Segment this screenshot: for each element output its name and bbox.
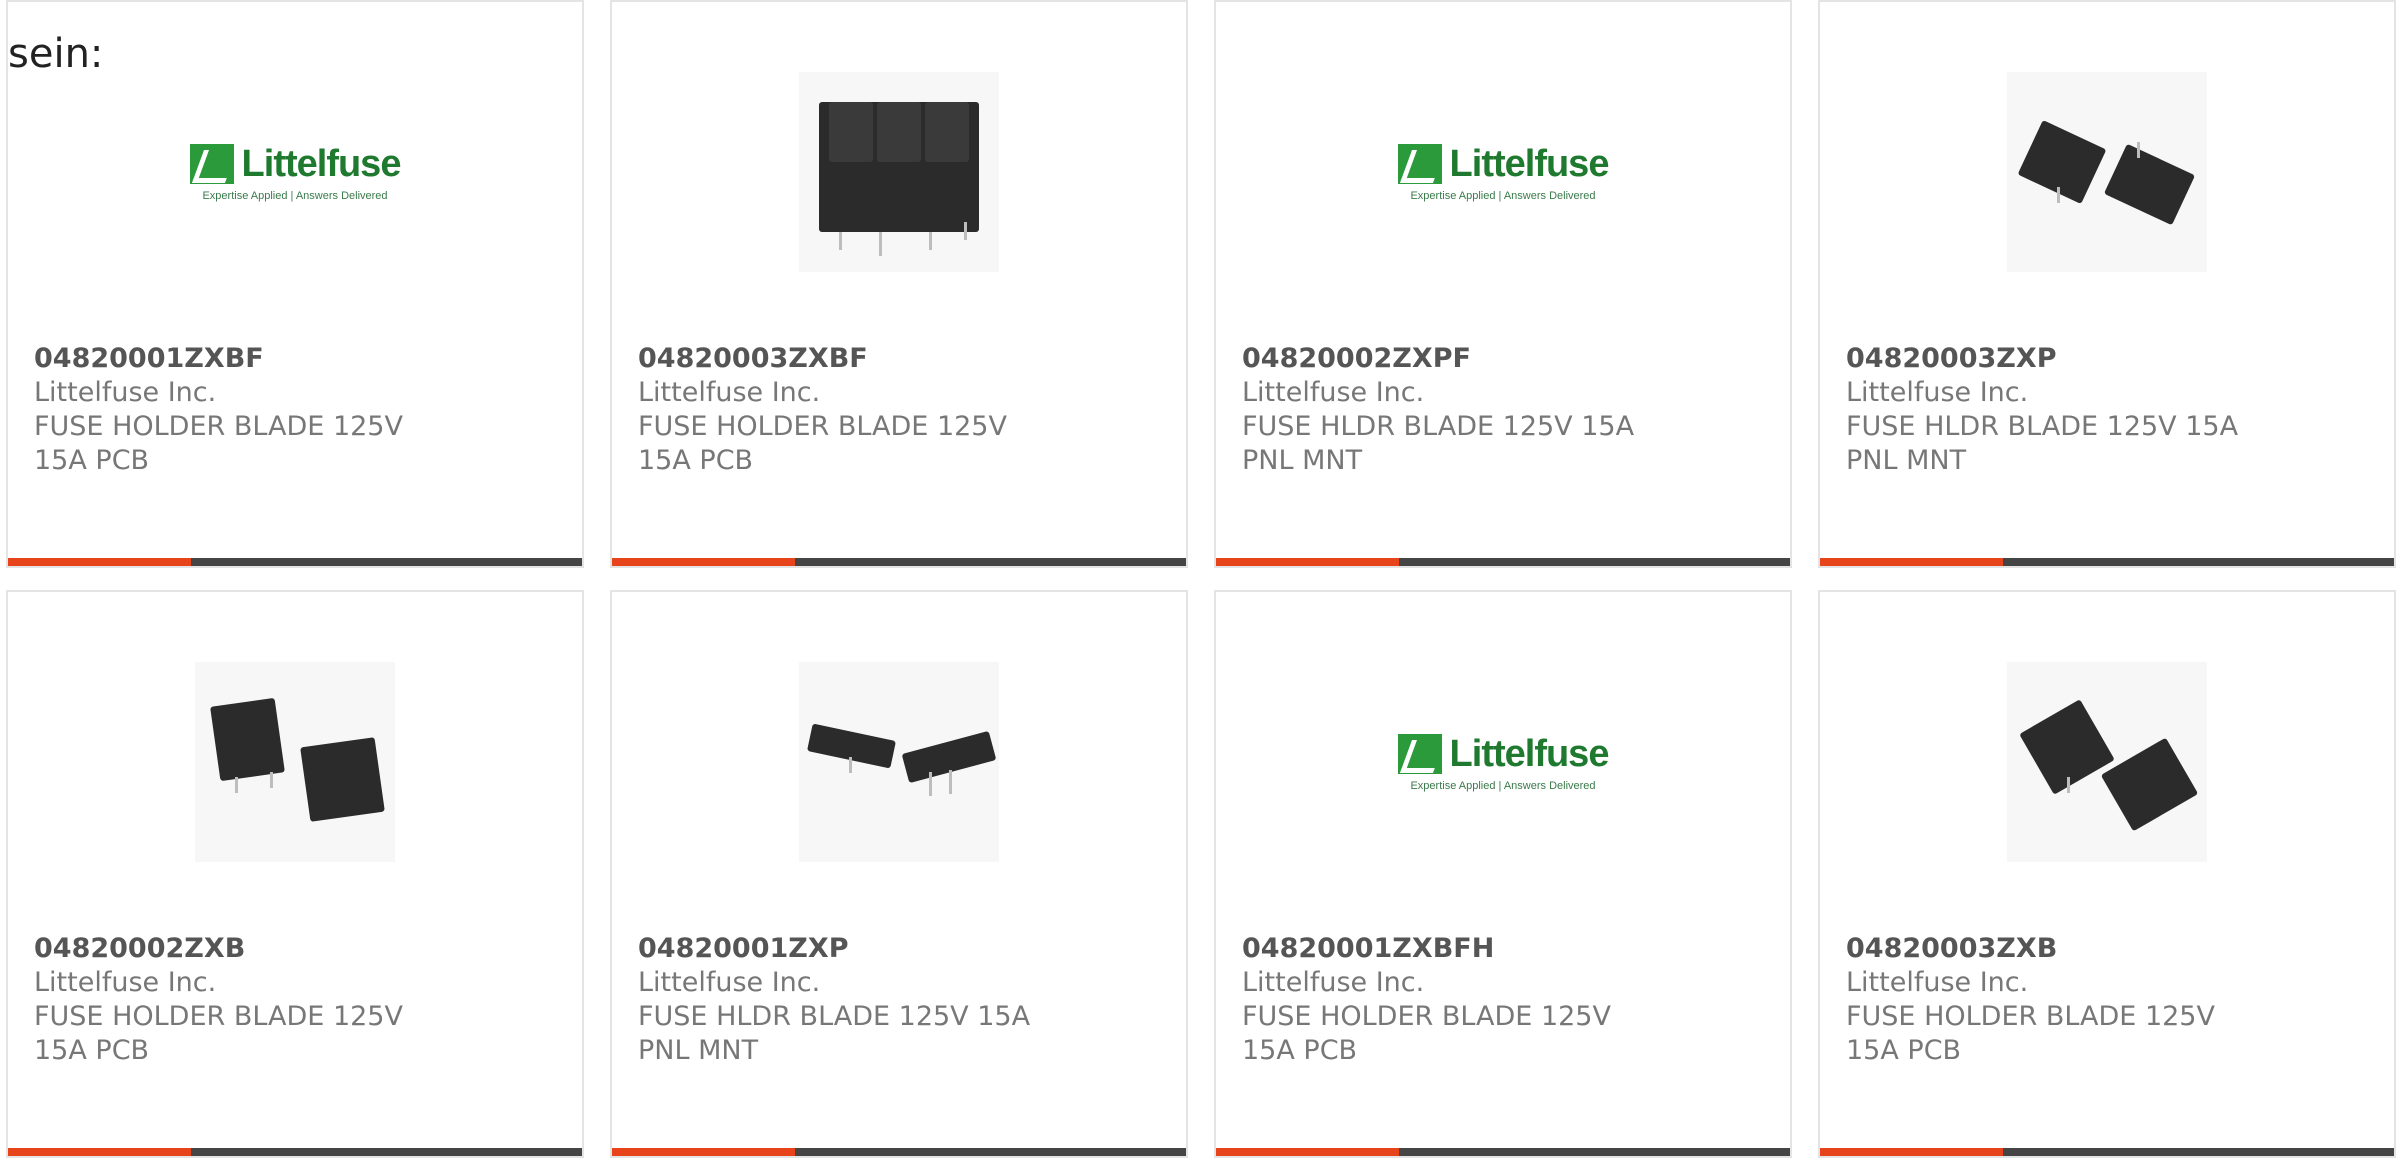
fuse-holder-flat-photo bbox=[799, 662, 999, 862]
littelfuse-logo: Littelfuse Expertise Applied | Answers D… bbox=[1397, 733, 1609, 792]
description: FUSE HOLDER BLADE 125V 15A PCB bbox=[34, 411, 403, 476]
fuse-holder-block-photo bbox=[799, 72, 999, 272]
manufacturer: Littelfuse Inc. bbox=[1846, 967, 2029, 998]
product-card[interactable]: 04820003ZXP Littelfuse Inc. FUSE HLDR BL… bbox=[1818, 0, 2396, 568]
product-image[interactable] bbox=[8, 652, 582, 872]
card-bottom-bar bbox=[8, 558, 582, 566]
card-bottom-bar bbox=[612, 1148, 1186, 1156]
product-image[interactable]: Littelfuse Expertise Applied | Answers D… bbox=[8, 62, 582, 282]
card-bottom-bar bbox=[8, 1148, 582, 1156]
card-bottom-bar bbox=[1216, 1148, 1790, 1156]
littelfuse-logo: Littelfuse Expertise Applied | Answers D… bbox=[189, 143, 401, 202]
manufacturer: Littelfuse Inc. bbox=[638, 377, 821, 408]
product-image[interactable] bbox=[612, 652, 1186, 872]
product-image[interactable]: Littelfuse Expertise Applied | Answers D… bbox=[1216, 652, 1790, 872]
manufacturer: Littelfuse Inc. bbox=[638, 967, 821, 998]
description: FUSE HOLDER BLADE 125V 15A PCB bbox=[34, 1001, 403, 1066]
card-bottom-bar bbox=[612, 558, 1186, 566]
part-number-link[interactable]: 04820003ZXB bbox=[1846, 932, 2276, 966]
littelfuse-mark-icon bbox=[1397, 144, 1442, 184]
product-card[interactable]: Littelfuse Expertise Applied | Answers D… bbox=[6, 0, 584, 568]
product-image[interactable] bbox=[1820, 652, 2394, 872]
product-card[interactable]: 04820003ZXB Littelfuse Inc. FUSE HOLDER … bbox=[1818, 590, 2396, 1158]
part-number-link[interactable]: 04820001ZXBF bbox=[34, 342, 464, 376]
product-image[interactable] bbox=[1820, 62, 2394, 282]
manufacturer: Littelfuse Inc. bbox=[1846, 377, 2029, 408]
manufacturer: Littelfuse Inc. bbox=[34, 377, 217, 408]
manufacturer: Littelfuse Inc. bbox=[34, 967, 217, 998]
part-number-link[interactable]: 04820001ZXBFH bbox=[1242, 932, 1672, 966]
product-card[interactable]: 04820002ZXB Littelfuse Inc. FUSE HOLDER … bbox=[6, 590, 584, 1158]
part-number-link[interactable]: 04820003ZXP bbox=[1846, 342, 2276, 376]
fuse-holder-pair-photo bbox=[2007, 72, 2207, 272]
part-number-link[interactable]: 04820003ZXBF bbox=[638, 342, 1068, 376]
manufacturer: Littelfuse Inc. bbox=[1242, 967, 1425, 998]
fuse-holder-pair-photo bbox=[195, 662, 395, 862]
product-card[interactable]: 04820001ZXP Littelfuse Inc. FUSE HLDR BL… bbox=[610, 590, 1188, 1158]
card-bottom-bar bbox=[1820, 1148, 2394, 1156]
card-bottom-bar bbox=[1216, 558, 1790, 566]
littelfuse-mark-icon bbox=[1397, 734, 1442, 774]
description: FUSE HLDR BLADE 125V 15A PNL MNT bbox=[638, 1001, 1031, 1066]
card-bottom-bar bbox=[1820, 558, 2394, 566]
manufacturer: Littelfuse Inc. bbox=[1242, 377, 1425, 408]
part-number-link[interactable]: 04820002ZXB bbox=[34, 932, 464, 966]
product-image[interactable]: Littelfuse Expertise Applied | Answers D… bbox=[1216, 62, 1790, 282]
description: FUSE HLDR BLADE 125V 15A PNL MNT bbox=[1846, 411, 2239, 476]
product-card[interactable]: Littelfuse Expertise Applied | Answers D… bbox=[1214, 0, 1792, 568]
product-card[interactable]: 04820003ZXBF Littelfuse Inc. FUSE HOLDER… bbox=[610, 0, 1188, 568]
product-grid: Littelfuse Expertise Applied | Answers D… bbox=[0, 0, 2400, 1160]
part-number-link[interactable]: 04820001ZXP bbox=[638, 932, 1068, 966]
description: FUSE HOLDER BLADE 125V 15A PCB bbox=[638, 411, 1007, 476]
intro-text: sein: bbox=[8, 31, 104, 77]
littelfuse-mark-icon bbox=[189, 144, 234, 184]
fuse-holder-pair-photo bbox=[2007, 662, 2207, 862]
description: FUSE HLDR BLADE 125V 15A PNL MNT bbox=[1242, 411, 1635, 476]
product-image[interactable] bbox=[612, 62, 1186, 282]
product-card[interactable]: Littelfuse Expertise Applied | Answers D… bbox=[1214, 590, 1792, 1158]
littelfuse-logo: Littelfuse Expertise Applied | Answers D… bbox=[1397, 143, 1609, 202]
description: FUSE HOLDER BLADE 125V 15A PCB bbox=[1846, 1001, 2215, 1066]
part-number-link[interactable]: 04820002ZXPF bbox=[1242, 342, 1672, 376]
description: FUSE HOLDER BLADE 125V 15A PCB bbox=[1242, 1001, 1611, 1066]
